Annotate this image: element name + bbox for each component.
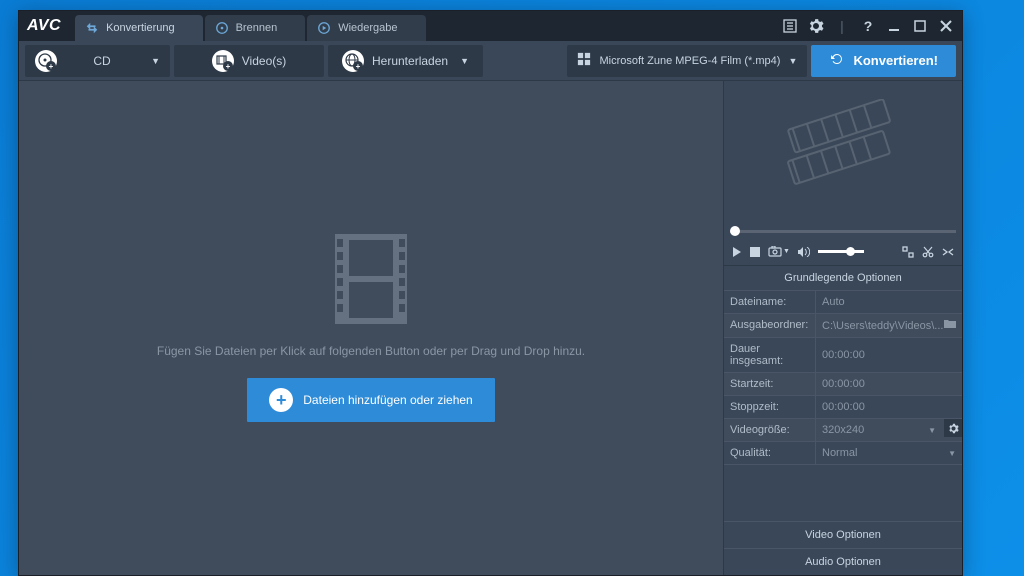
toolbar: + CD ▼ + Video(s) + Herunterladen ▼ Micr…: [19, 41, 962, 81]
file-dropzone[interactable]: Fügen Sie Dateien per Klick auf folgende…: [19, 81, 724, 575]
tab-convert[interactable]: Konvertierung: [75, 15, 203, 41]
chevron-down-icon: ▼: [789, 56, 798, 66]
player-controls: ▼: [724, 238, 962, 266]
chevron-down-icon: ▼: [948, 449, 956, 458]
starttime-label: Startzeit:: [724, 373, 816, 395]
svg-text:+: +: [49, 62, 54, 71]
fullscreen-button[interactable]: [902, 246, 914, 258]
add-cd-button[interactable]: + CD ▼: [25, 45, 170, 77]
crop-button[interactable]: [942, 246, 954, 258]
tab-burn[interactable]: Brennen: [205, 15, 306, 41]
chevron-down-icon: ▼: [460, 56, 469, 66]
convert-label: Konvertieren!: [853, 53, 938, 68]
windows-icon: [577, 52, 591, 69]
download-label: Herunterladen: [372, 54, 448, 68]
svg-text:+: +: [356, 62, 361, 71]
scrubber[interactable]: [724, 226, 962, 238]
audio-options-section[interactable]: Audio Optionen: [724, 548, 962, 575]
quality-label: Qualität:: [724, 442, 816, 464]
tab-label: Brennen: [236, 22, 278, 34]
maximize-icon[interactable]: [912, 18, 928, 34]
convert-button[interactable]: Konvertieren!: [811, 45, 956, 77]
cd-label: CD: [65, 54, 139, 68]
title-controls: | ?: [782, 18, 954, 34]
close-icon[interactable]: [938, 18, 954, 34]
options-header: Grundlegende Optionen: [724, 266, 962, 291]
film-strip-icon: [335, 234, 407, 324]
download-button[interactable]: + Herunterladen ▼: [328, 45, 483, 77]
convert-icon: [85, 21, 99, 35]
dropzone-hint: Fügen Sie Dateien per Klick auf folgende…: [157, 344, 585, 358]
app-window: AVC Konvertierung Brennen Wiedergabe | ?: [18, 10, 963, 576]
videosize-value[interactable]: 320x240▼: [816, 419, 942, 441]
volume-slider[interactable]: [818, 250, 864, 253]
app-logo: AVC: [27, 17, 61, 35]
snapshot-button[interactable]: ▼: [768, 246, 790, 257]
play-icon: [317, 21, 331, 35]
svg-text:+: +: [225, 62, 230, 71]
videosize-label: Videogröße:: [724, 419, 816, 441]
volume-button[interactable]: [798, 247, 810, 257]
cut-button[interactable]: [922, 246, 934, 258]
duration-label: Dauer insgesamt:: [724, 338, 816, 372]
options-table: Dateiname:Auto Ausgabeordner:C:\Users\te…: [724, 291, 962, 465]
output-folder-label: Ausgabeordner:: [724, 314, 816, 337]
minimize-icon[interactable]: [886, 18, 902, 34]
tab-play[interactable]: Wiedergabe: [307, 15, 425, 41]
quality-value[interactable]: Normal▼: [816, 442, 962, 464]
film-reel-icon: [768, 99, 918, 209]
play-button[interactable]: [732, 247, 742, 257]
output-format-select[interactable]: Microsoft Zune MPEG-4 Film (*.mp4) ▼: [567, 45, 807, 77]
video-options-section[interactable]: Video Optionen: [724, 521, 962, 548]
sidebar: ▼ Grundlegende Optionen Dateiname:Auto A…: [724, 81, 962, 575]
add-video-button[interactable]: + Video(s): [174, 45, 324, 77]
add-files-button[interactable]: + Dateien hinzufügen oder ziehen: [247, 378, 494, 422]
format-label: Microsoft Zune MPEG-4 Film (*.mp4): [599, 55, 780, 67]
film-plus-icon: +: [212, 50, 234, 72]
scrubber-thumb[interactable]: [730, 226, 740, 236]
disc-icon: [215, 21, 229, 35]
main-tabs: Konvertierung Brennen Wiedergabe: [75, 11, 782, 41]
starttime-value[interactable]: 00:00:00: [816, 373, 962, 395]
help-icon[interactable]: ?: [860, 18, 876, 34]
folder-icon[interactable]: [944, 319, 956, 332]
titlebar: AVC Konvertierung Brennen Wiedergabe | ?: [19, 11, 962, 41]
add-files-label: Dateien hinzufügen oder ziehen: [303, 393, 472, 407]
stop-button[interactable]: [750, 247, 760, 257]
chevron-down-icon: ▼: [151, 56, 160, 66]
stoptime-value[interactable]: 00:00:00: [816, 396, 962, 418]
disc-plus-icon: +: [35, 50, 57, 72]
globe-plus-icon: +: [342, 50, 364, 72]
videosize-settings-button[interactable]: [944, 419, 962, 437]
main-area: Fügen Sie Dateien per Klick auf folgende…: [19, 81, 962, 575]
settings-icon[interactable]: [808, 18, 824, 34]
preview-panel: [724, 81, 962, 226]
plus-circle-icon: +: [269, 388, 293, 412]
tab-label: Konvertierung: [106, 22, 175, 34]
filename-value[interactable]: Auto: [816, 291, 962, 313]
refresh-icon: [829, 51, 845, 70]
output-folder-value[interactable]: C:\Users\teddy\Videos\...: [816, 314, 962, 337]
tab-label: Wiedergabe: [338, 22, 397, 34]
list-icon[interactable]: [782, 18, 798, 34]
video-label: Video(s): [242, 54, 286, 68]
filename-label: Dateiname:: [724, 291, 816, 313]
chevron-down-icon: ▼: [928, 426, 936, 435]
stoptime-label: Stoppzeit:: [724, 396, 816, 418]
duration-value: 00:00:00: [816, 338, 962, 372]
